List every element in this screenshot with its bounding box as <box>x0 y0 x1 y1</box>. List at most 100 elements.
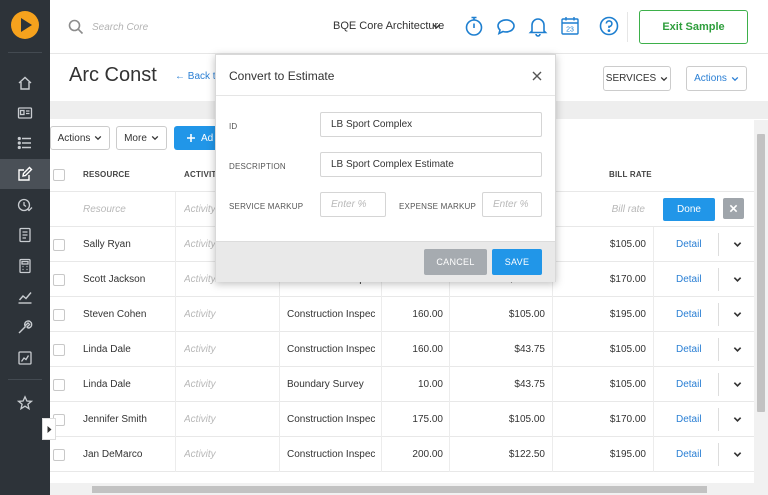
row-menu-button[interactable] <box>722 262 752 297</box>
top-header: BQE Core Architecture 23 Exit Sample <box>50 0 768 54</box>
row-checkbox[interactable] <box>53 379 65 391</box>
vertical-scrollbar[interactable] <box>754 120 768 495</box>
row-checkbox[interactable] <box>53 449 65 461</box>
detail-link[interactable]: Detail <box>676 437 702 472</box>
cell-cost-rate: $105.00 <box>508 414 545 425</box>
sidebar-item-documents[interactable] <box>0 220 50 250</box>
service-markup-field[interactable] <box>320 192 386 217</box>
description-field[interactable] <box>320 152 542 177</box>
sidebar-item-reports[interactable] <box>0 343 50 373</box>
chevron-down-icon[interactable] <box>432 22 441 31</box>
company-selector[interactable]: BQE Core Architecture <box>333 20 444 32</box>
row-menu-button[interactable] <box>722 367 752 402</box>
table-row[interactable]: Jennifer Smith Activity Construction Inspe… <box>50 402 754 437</box>
scrollbar-thumb[interactable] <box>757 134 765 412</box>
search-input[interactable] <box>92 17 272 37</box>
row-menu-button[interactable] <box>722 297 752 332</box>
column-divider <box>175 367 176 402</box>
activity-input[interactable]: Activity <box>184 192 216 227</box>
column-divider <box>718 443 719 466</box>
row-checkbox[interactable] <box>53 274 65 286</box>
col-header-resource[interactable]: RESOURCE <box>83 157 130 192</box>
horizontal-scrollbar[interactable] <box>50 483 754 495</box>
exit-sample-button[interactable]: Exit Sample <box>639 10 748 44</box>
cell-activity[interactable]: Activity <box>184 262 216 297</box>
id-card-icon <box>17 107 33 119</box>
chevron-right-icon <box>47 425 51 433</box>
app-logo[interactable] <box>11 11 39 39</box>
cell-activity[interactable]: Activity <box>184 402 216 437</box>
back-link[interactable]: ← Back t <box>175 71 216 82</box>
services-dropdown[interactable]: SERVICES <box>603 66 671 91</box>
close-row-button[interactable] <box>723 198 744 219</box>
cell-activity[interactable]: Activity <box>184 332 216 367</box>
cell-activity[interactable]: Activity <box>184 437 216 472</box>
id-field[interactable] <box>320 112 542 137</box>
sidebar-item-accounting[interactable] <box>0 282 50 312</box>
sidebar-divider <box>8 52 42 53</box>
detail-link[interactable]: Detail <box>676 402 702 437</box>
select-all-checkbox[interactable] <box>53 169 65 181</box>
close-icon[interactable] <box>532 71 542 81</box>
timer-icon[interactable] <box>463 15 485 37</box>
done-button[interactable]: Done <box>663 198 715 221</box>
scrollbar-thumb[interactable] <box>92 486 707 493</box>
detail-link[interactable]: Detail <box>676 227 702 262</box>
bill-rate-input[interactable]: Bill rate <box>580 192 645 227</box>
more-label: More <box>124 132 147 144</box>
cell-hours: 175.00 <box>412 414 443 425</box>
cell-activity[interactable]: Activity <box>184 297 216 332</box>
row-checkbox[interactable] <box>53 344 65 356</box>
cell-bill-rate: $105.00 <box>609 379 646 390</box>
detail-link[interactable]: Detail <box>676 262 702 297</box>
more-dropdown[interactable]: More <box>116 126 167 150</box>
row-checkbox[interactable] <box>53 309 65 321</box>
cell-activity[interactable]: Activity <box>184 367 216 402</box>
table-row[interactable]: Jan DeMarco Activity Construction Inspec 20… <box>50 437 754 472</box>
save-button[interactable]: SAVE <box>492 249 542 275</box>
sidebar-item-projects[interactable] <box>0 159 50 189</box>
help-icon[interactable] <box>598 15 620 37</box>
column-divider <box>175 192 176 227</box>
chat-icon[interactable] <box>495 15 517 37</box>
dialog-footer: CANCEL SAVE <box>216 241 555 282</box>
row-menu-button[interactable] <box>722 332 752 367</box>
sidebar-item-tools[interactable] <box>0 312 50 342</box>
resource-input[interactable]: Resource <box>83 192 126 227</box>
sidebar-item-time[interactable] <box>0 190 50 220</box>
sidebar-item-list[interactable] <box>0 128 50 158</box>
row-menu-button[interactable] <box>722 402 752 437</box>
calendar-icon[interactable]: 23 <box>559 15 581 37</box>
detail-link[interactable]: Detail <box>676 332 702 367</box>
column-divider <box>653 262 654 297</box>
cell-bill-rate: $105.00 <box>609 344 646 355</box>
expense-markup-field[interactable] <box>482 192 542 217</box>
sidebar-item-billing[interactable] <box>0 251 50 281</box>
sidebar-item-favorites[interactable] <box>0 388 50 418</box>
table-actions-dropdown[interactable]: Actions <box>50 126 110 150</box>
column-divider <box>718 408 719 431</box>
column-divider <box>718 303 719 326</box>
table-row[interactable]: Linda Dale Activity Construction Inspec 160… <box>50 332 754 367</box>
row-menu-button[interactable] <box>722 437 752 472</box>
cell-activity[interactable]: Activity <box>184 227 216 262</box>
bell-icon[interactable] <box>527 15 549 37</box>
sidebar-item-home[interactable] <box>0 68 50 98</box>
row-checkbox[interactable] <box>53 239 65 251</box>
report-icon <box>18 351 32 365</box>
column-divider <box>381 332 382 367</box>
page-actions-dropdown[interactable]: Actions <box>686 66 747 91</box>
search-icon[interactable] <box>68 19 84 35</box>
col-header-bill-rate[interactable]: BILL RATE <box>609 157 652 192</box>
cell-hours: 160.00 <box>412 309 443 320</box>
cell-service: Construction Inspec <box>287 449 375 460</box>
row-menu-button[interactable] <box>722 227 752 262</box>
expand-sidebar-button[interactable] <box>42 418 56 440</box>
col-header-activity[interactable]: ACTIVIT <box>184 157 217 192</box>
cancel-button[interactable]: CANCEL <box>424 249 487 275</box>
table-row[interactable]: Linda Dale Activity Boundary Survey 10.00 $4… <box>50 367 754 402</box>
table-row[interactable]: Steven Cohen Activity Construction Inspec 1… <box>50 297 754 332</box>
detail-link[interactable]: Detail <box>676 367 702 402</box>
sidebar-item-contacts[interactable] <box>0 98 50 128</box>
detail-link[interactable]: Detail <box>676 297 702 332</box>
